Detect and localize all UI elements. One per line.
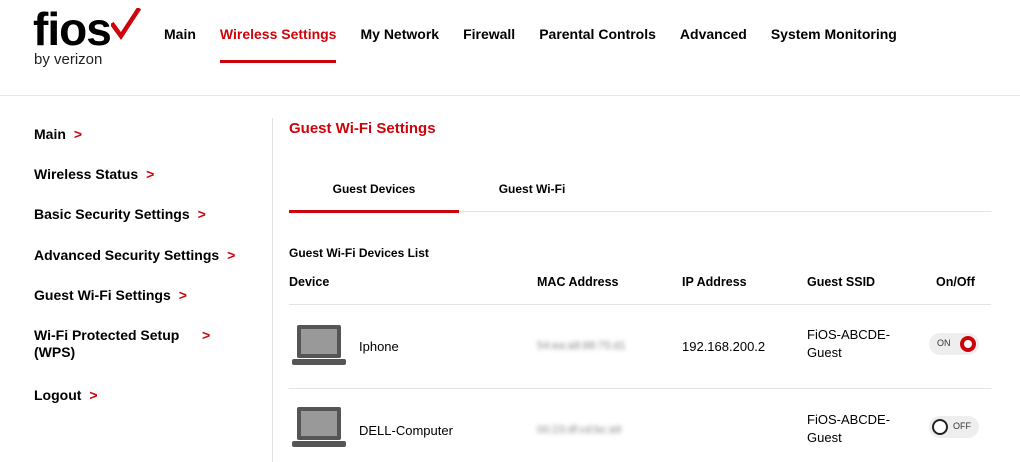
- topnav-my-network[interactable]: My Network: [360, 26, 439, 42]
- sidebar-item-main[interactable]: Main >: [34, 126, 254, 143]
- sidebar-item-wireless-status[interactable]: Wireless Status >: [34, 166, 254, 183]
- device-name: DELL-Computer: [359, 423, 453, 438]
- table-row: DELL-Computer 00:23:df:cd:bc:a9 FiOS-ABC…: [289, 388, 991, 462]
- tab-guest-wifi[interactable]: Guest Wi-Fi: [459, 182, 605, 212]
- topnav-wireless-settings[interactable]: Wireless Settings: [219, 26, 336, 63]
- logo-wordmark: fios: [33, 3, 112, 55]
- sidebar-item-wps[interactable]: Wi-Fi Protected Setup (WPS) >: [34, 327, 214, 361]
- topnav-system-monitoring[interactable]: System Monitoring: [771, 26, 897, 42]
- column-header-onoff: On/Off: [936, 275, 975, 289]
- column-header-ip: IP Address: [682, 275, 747, 289]
- sidebar-item-label: Advanced Security Settings: [34, 247, 220, 263]
- guest-ssid: FiOS-ABCDE-Guest: [807, 412, 891, 445]
- topnav-firewall[interactable]: Firewall: [463, 26, 515, 42]
- topnav-parental-controls[interactable]: Parental Controls: [539, 26, 656, 42]
- sidebar-item-label: Guest Wi-Fi Settings: [34, 287, 171, 303]
- column-header-ssid: Guest SSID: [807, 275, 876, 289]
- sidebar-item-logout[interactable]: Logout >: [34, 387, 254, 404]
- checkmark-icon: [111, 8, 141, 40]
- sidebar-item-label: Main: [34, 126, 66, 142]
- toggle-knob: [960, 336, 976, 352]
- mac-address: 54:ea:a8:88:75:d1: [537, 340, 626, 352]
- table-row: Iphone 54:ea:a8:88:75:d1 192.168.200.2 F…: [289, 304, 991, 388]
- page-title: Guest Wi-Fi Settings: [289, 120, 436, 137]
- chevron-right-icon: >: [146, 166, 155, 182]
- chevron-right-icon: >: [197, 206, 206, 222]
- chevron-right-icon: >: [202, 327, 211, 343]
- list-title: Guest Wi-Fi Devices List: [289, 246, 429, 260]
- header: fios by verizon Main Wireless Settings M…: [0, 0, 1020, 96]
- tab-guest-devices[interactable]: Guest Devices: [289, 182, 459, 213]
- mac-address: 00:23:df:cd:bc:a9: [537, 424, 622, 436]
- chevron-right-icon: >: [227, 247, 236, 263]
- sidebar-item-label: Wireless Status: [34, 166, 139, 182]
- sidebar-item-advanced-security[interactable]: Advanced Security Settings >: [34, 247, 264, 264]
- sidebar-divider: [272, 118, 273, 462]
- sidebar-item-guest-wifi[interactable]: Guest Wi-Fi Settings >: [34, 287, 254, 304]
- guest-ssid: FiOS-ABCDE-Guest: [807, 327, 891, 360]
- laptop-icon: [292, 407, 346, 447]
- toggle-knob: [932, 419, 948, 435]
- sidebar-item-label: Logout: [34, 387, 82, 403]
- chevron-right-icon: >: [89, 387, 98, 403]
- logo-tagline: by verizon: [34, 51, 103, 68]
- ip-address: 192.168.200.2: [682, 339, 766, 354]
- topnav-advanced[interactable]: Advanced: [680, 26, 747, 42]
- column-header-mac: MAC Address: [537, 275, 619, 289]
- topnav-main[interactable]: Main: [164, 26, 196, 42]
- fios-logo[interactable]: fios by verizon: [33, 4, 143, 70]
- laptop-icon: [292, 325, 346, 365]
- sidebar-item-label: Basic Security Settings: [34, 206, 190, 222]
- device-toggle-on[interactable]: ON: [929, 333, 979, 355]
- sidebar-item-basic-security[interactable]: Basic Security Settings >: [34, 206, 254, 223]
- sidebar-item-label: Wi-Fi Protected Setup (WPS): [34, 327, 180, 360]
- toggle-label: OFF: [953, 421, 971, 431]
- tab-bar: Guest Devices Guest Wi-Fi: [289, 182, 991, 213]
- chevron-right-icon: >: [178, 287, 187, 303]
- column-header-device: Device: [289, 275, 330, 289]
- device-toggle-off[interactable]: OFF: [929, 416, 979, 438]
- chevron-right-icon: >: [73, 126, 83, 142]
- toggle-label: ON: [937, 338, 951, 348]
- top-navigation: Main Wireless Settings My Network Firewa…: [164, 26, 921, 63]
- device-name: Iphone: [359, 339, 399, 354]
